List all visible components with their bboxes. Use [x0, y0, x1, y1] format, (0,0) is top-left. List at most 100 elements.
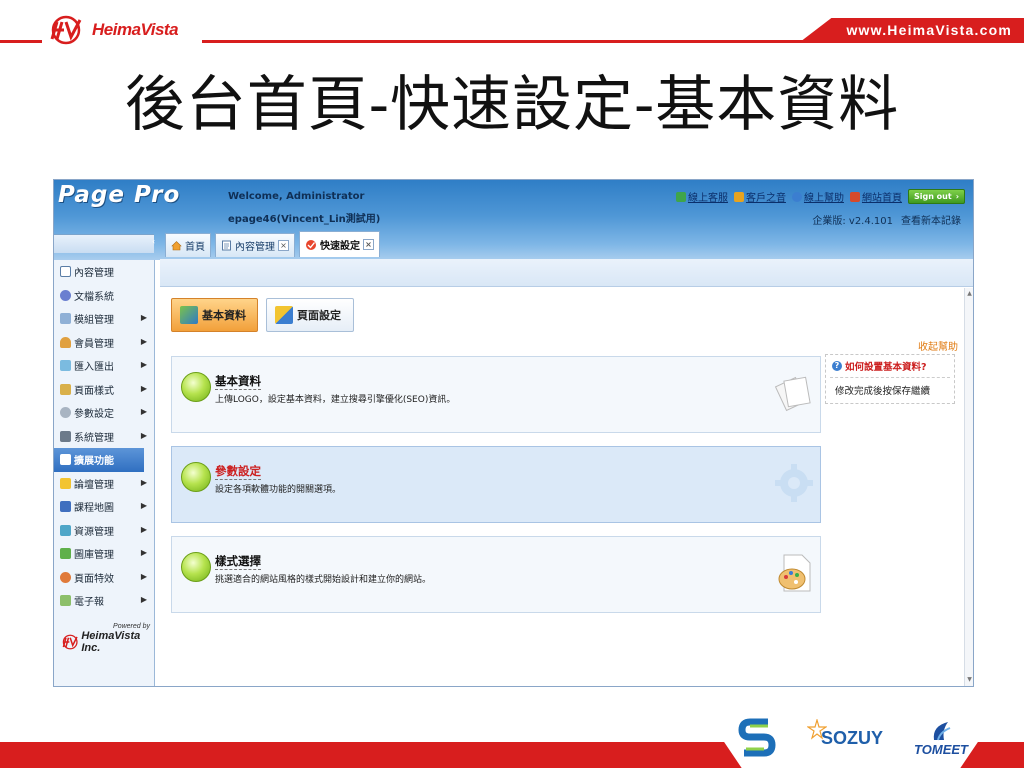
newsletter-icon — [60, 595, 71, 607]
card-basic-info[interactable]: 基本資料 上傳LOGO，設定基本資料，建立搜尋引擎優化(SEO)資訊。 — [171, 356, 821, 433]
hv-logo-icon — [50, 15, 82, 45]
arrow-right-icon: › — [955, 192, 959, 201]
help-question[interactable]: ? 如何設置基本資料? — [832, 359, 927, 373]
home-site-icon — [849, 191, 860, 202]
website-url: www.HeimaVista.com — [846, 22, 1012, 38]
forum-icon — [60, 477, 71, 489]
scroll-down-icon[interactable]: ▼ — [966, 676, 973, 684]
account-text: epage46(Vincent_Lin測試用) — [228, 214, 381, 225]
help-box: ? 如何設置基本資料? 修改完成後按保存繼續 — [825, 354, 955, 404]
sidebar-item-resources[interactable]: 資源管理 ▶ — [54, 519, 154, 543]
partner-sozuy-logo: SOZUY — [807, 714, 883, 762]
card-description: 挑選適合的網站風格的樣式開始設計和建立你的網站。 — [215, 575, 432, 585]
submenu-arrow-icon: ▶ — [140, 383, 147, 393]
tab-quick-setup[interactable]: 快速設定 × — [299, 231, 380, 257]
card-parameter-settings[interactable]: 參數設定 設定各項軟體功能的開關選項。 — [171, 446, 821, 523]
settings-icon — [60, 407, 71, 419]
main-panel: 基本資料 頁面設定 收起幫助 基本資料 上傳LOGO，設定基本資料，建立搜尋引擎… — [160, 288, 964, 686]
gallery-icon — [60, 548, 71, 560]
close-icon[interactable]: × — [363, 239, 374, 250]
powered-by: Powered by HeimaVista Inc. — [60, 623, 150, 654]
welcome-text: Welcome, Administrator — [228, 191, 365, 202]
extension-icon — [60, 454, 71, 466]
green-bulb-icon — [181, 462, 211, 492]
tomeet-text: TOMEET — [914, 741, 968, 757]
sidebar-item-modules[interactable]: 模組管理 ▶ — [54, 307, 154, 331]
app-header: Page Pro Welcome, Administrator epage46(… — [54, 180, 973, 260]
documents-icon — [774, 376, 811, 412]
collapse-help-link[interactable]: 收起幫助 — [918, 338, 958, 353]
submenu-arrow-icon: ▶ — [140, 595, 147, 604]
sidebar-item-forum[interactable]: 論壇管理 ▶ — [54, 472, 154, 496]
link-online-help[interactable]: 線上幫助 — [791, 189, 844, 204]
sidebar-header — [54, 234, 154, 253]
link-site-home[interactable]: 網站首頁 — [849, 189, 902, 204]
submenu-arrow-icon: ▶ — [140, 548, 147, 557]
link-customer-voice[interactable]: 客戶之音 — [733, 189, 786, 204]
tab-home[interactable]: 首頁 — [165, 233, 211, 257]
partner-s-logo — [738, 714, 776, 762]
slide: www.HeimaVista.com HeimaVista 後台首頁-快速設定-… — [0, 0, 1024, 768]
voice-icon — [733, 191, 744, 202]
tomeet-logo-icon — [933, 721, 951, 740]
sidebar-item-newsletter[interactable]: 電子報 ▶ — [54, 589, 154, 613]
tab-bar: 首頁 內容管理 × 快速設定 × — [165, 231, 380, 257]
hv-logo-icon — [62, 634, 78, 650]
page-settings-button[interactable]: 頁面設定 — [266, 298, 354, 332]
resource-icon — [60, 524, 71, 536]
card-title[interactable]: 樣式選擇 — [215, 553, 261, 570]
app-brand: Page Pro — [58, 182, 181, 208]
sidebar-item-effects[interactable]: 頁面特效 ▶ — [54, 566, 154, 590]
submenu-arrow-icon: ▶ — [140, 430, 147, 440]
document-icon — [222, 240, 231, 251]
sidebar-item-docs[interactable]: 文檔系統 — [54, 284, 154, 308]
content-icon — [60, 266, 71, 278]
submenu-arrow-icon: ▶ — [140, 477, 147, 487]
gear-icon — [775, 464, 813, 502]
submenu-arrow-icon: ▶ — [140, 336, 147, 346]
sidebar-item-extensions[interactable]: 擴展功能 — [54, 448, 144, 472]
sidebar-item-course-map[interactable]: 課程地圖 ▶ — [54, 495, 154, 519]
close-icon[interactable]: × — [278, 240, 289, 251]
sidebar-item-import-export[interactable]: 匯入匯出 ▶ — [54, 354, 154, 378]
help-icon — [791, 191, 802, 202]
submenu-arrow-icon: ▶ — [140, 360, 147, 369]
collapse-sidebar-icon[interactable]: ‹ — [152, 237, 160, 247]
sidebar-item-system[interactable]: 系統管理 ▶ — [54, 425, 154, 449]
sozuy-text: SOZUY — [821, 727, 884, 748]
scroll-up-icon[interactable]: ▲ — [966, 290, 973, 298]
sidebar-item-members[interactable]: 會員管理 ▶ — [54, 331, 154, 355]
help-answer: 修改完成後按保存繼續 — [835, 386, 931, 397]
changelog-link[interactable]: 查看新本記錄 — [901, 212, 961, 227]
phone-icon — [675, 191, 686, 202]
version-text: 企業版: v2.4.101 — [812, 216, 893, 227]
tab-content-management[interactable]: 內容管理 × — [215, 233, 295, 257]
sign-out-button[interactable]: Sign out › — [907, 189, 965, 204]
sidebar-item-content[interactable]: 內容管理 — [54, 260, 154, 284]
import-export-icon — [60, 360, 71, 372]
submenu-arrow-icon: ▶ — [140, 313, 147, 322]
main-toolbar-strip — [160, 259, 973, 287]
card-style-selection[interactable]: 樣式選擇 挑選適合的網站風格的樣式開始設計和建立你的網站。 — [171, 536, 821, 613]
course-map-icon — [60, 501, 71, 513]
sidebar-item-gallery[interactable]: 圖庫管理 ▶ — [54, 542, 154, 566]
card-title[interactable]: 基本資料 — [215, 373, 261, 390]
sidebar: 內容管理 文檔系統 模組管理 ▶ 會員管理 ▶ 匯入匯出 ▶ 頁面樣式 ▶ 參數設定 ▶ … — [54, 260, 155, 686]
powered-company: HeimaVista Inc. — [81, 630, 141, 654]
card-title[interactable]: 參數設定 — [215, 463, 261, 480]
link-online-service[interactable]: 線上客服 — [675, 189, 728, 204]
sidebar-item-page-style[interactable]: 頁面樣式 ▶ — [54, 378, 154, 402]
basic-info-icon — [180, 306, 198, 324]
submenu-arrow-icon: ▶ — [140, 407, 147, 416]
docs-icon — [60, 289, 71, 301]
partner-tomeet-logo: TOMEET — [914, 714, 968, 762]
divider — [830, 377, 950, 378]
version-row: 企業版: v2.4.101 查看新本記錄 — [812, 212, 961, 227]
slide-title: 後台首頁-快速設定-基本資料 — [124, 70, 900, 140]
sidebar-item-settings[interactable]: 參數設定 ▶ — [54, 401, 154, 425]
card-description: 設定各項軟體功能的開關選項。 — [215, 485, 342, 495]
effects-icon — [60, 571, 71, 583]
basic-info-button[interactable]: 基本資料 — [171, 298, 258, 332]
vertical-scrollbar[interactable]: ▲ ▼ — [964, 288, 973, 686]
card-description: 上傳LOGO，設定基本資料，建立搜尋引擎優化(SEO)資訊。 — [215, 395, 456, 405]
